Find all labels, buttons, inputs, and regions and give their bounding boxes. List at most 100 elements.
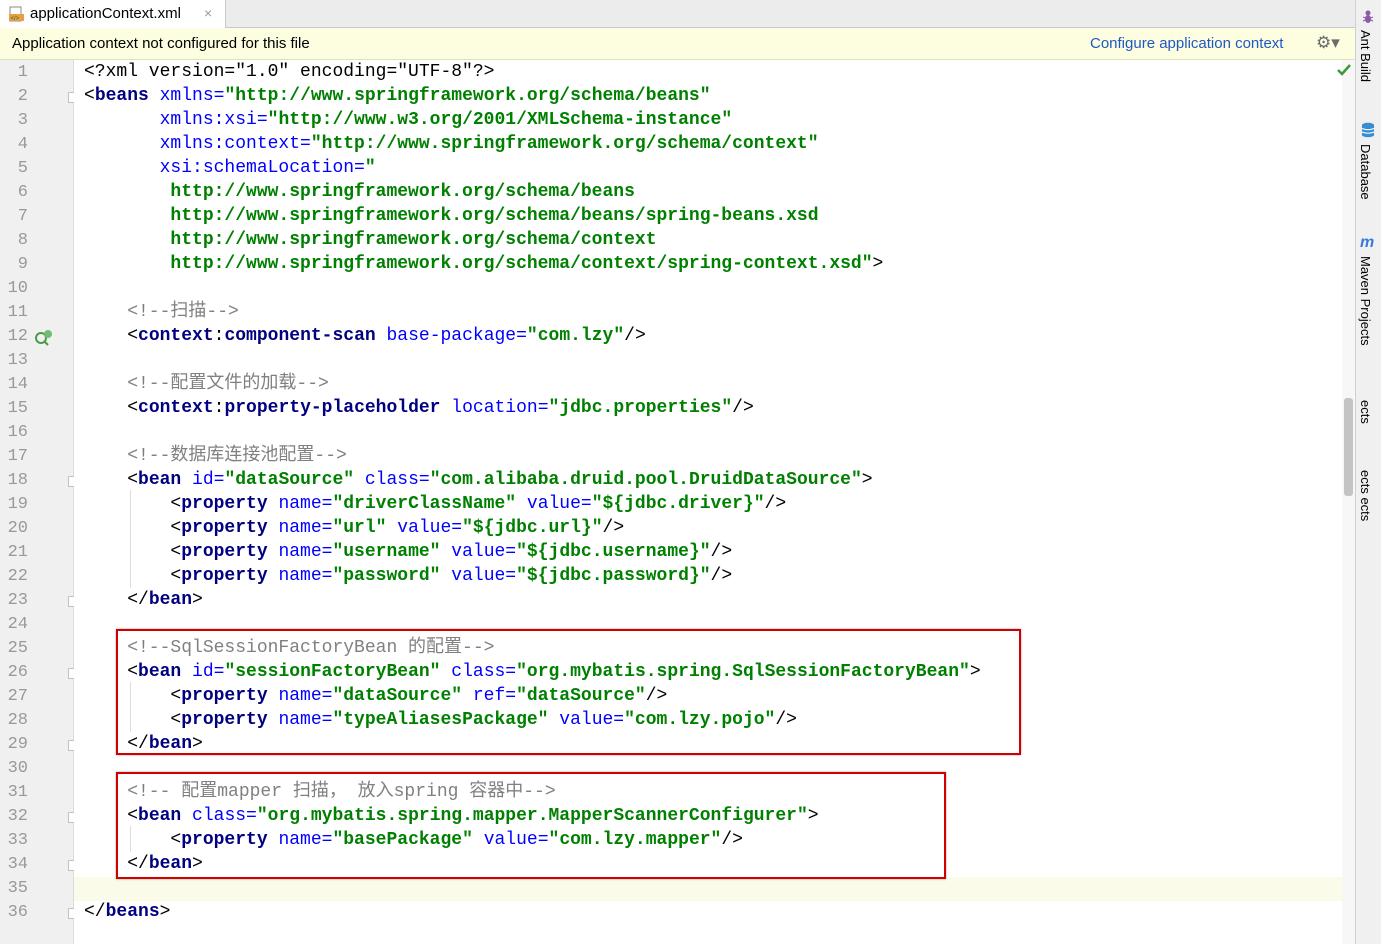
configure-context-link[interactable]: Configure application context: [1090, 35, 1283, 52]
line-number: 14: [7, 375, 28, 394]
code-token-str: http://www.springframework.org/schema/co…: [84, 254, 873, 274]
code-line: http://www.springframework.org/schema/co…: [84, 228, 1334, 252]
spring-bean-gutter-icon[interactable]: [33, 329, 53, 347]
code-line: http://www.springframework.org/schema/co…: [84, 252, 1334, 276]
code-token-str: "url": [332, 518, 387, 538]
code-line: </bean>: [84, 588, 1334, 612]
notification-banner: Application context not configured for t…: [0, 28, 1355, 60]
scrollbar-thumb[interactable]: [1344, 398, 1353, 496]
code-token-tag: beans: [105, 902, 160, 922]
line-number-gutter: 1 2 3 4 5 6 7 8 9 10 11 12 13 14 15 16 17 18 19 20 21 22 23 24 2…: [0, 60, 79, 944]
code-token-attr: xmlns:context=: [84, 134, 311, 154]
tool-window-ant-build[interactable]: Ant Build: [1355, 8, 1381, 98]
code-line: </beans>: [84, 900, 1334, 924]
code-token-attr: value=: [516, 494, 592, 514]
line-number: 31: [7, 783, 28, 802]
code-token-tag: component-scan: [224, 326, 376, 346]
line-number: 25: [7, 639, 28, 658]
code-line: <property name="url" value="${jdbc.url}"…: [84, 516, 1334, 540]
code-token-str: "${jdbc.username}": [516, 542, 711, 562]
line-number: 5: [17, 159, 28, 178]
code-token-attr: name=: [267, 494, 333, 514]
tab-application-context[interactable]: </> applicationContext.xml ×: [0, 0, 226, 28]
code-token-tag: bean: [138, 470, 182, 490]
line-number: 30: [7, 759, 28, 778]
tool-window-ects[interactable]: ects: [1355, 400, 1381, 430]
code-token-ns: context: [138, 326, 214, 346]
line-number: 11: [7, 303, 28, 322]
close-icon[interactable]: ×: [204, 5, 212, 21]
code-line: <property name="driverClassName" value="…: [84, 492, 1334, 516]
line-number: 8: [17, 231, 28, 250]
code-line: xmlns:context="http://www.springframewor…: [84, 132, 1334, 156]
tool-window-ects-2[interactable]: ects ects: [1355, 470, 1381, 530]
code-line: <property name="username" value="${jdbc.…: [84, 540, 1334, 564]
ant-icon: [1362, 10, 1374, 23]
code-token-bracket: :: [213, 398, 225, 418]
line-number: 7: [17, 207, 28, 226]
line-number: 21: [7, 543, 28, 562]
code-token-str: "com.lzy": [526, 326, 625, 346]
code-token-str: http://www.springframework.org/schema/co…: [84, 230, 657, 250]
line-number: 19: [7, 495, 28, 514]
gear-icon[interactable]: ⚙▾: [1316, 33, 1340, 53]
code-token-prolog: <?xml version="1.0" encoding="UTF-8"?>: [84, 62, 495, 82]
code-token-str: ": [364, 158, 376, 178]
line-number: 18: [7, 471, 28, 490]
line-number: 12: [7, 327, 28, 346]
line-number: 34: [7, 855, 28, 874]
highlight-box-sqlsessionfactory: [116, 629, 1021, 755]
tool-window-label: Ant Build: [1358, 30, 1373, 83]
code-line: <bean id="dataSource" class="com.alibaba…: [84, 468, 1334, 492]
line-number: 15: [7, 399, 28, 418]
code-token-bracket: <: [84, 542, 182, 562]
tool-window-database[interactable]: Database: [1355, 122, 1381, 212]
code-token-attr: location=: [440, 398, 549, 418]
code-token-attr: id=: [181, 470, 225, 490]
line-number: 4: [17, 135, 28, 154]
code-token-bracket: </: [84, 590, 149, 610]
code-token-str: "dataSource": [224, 470, 355, 490]
code-token-tag: property: [181, 518, 268, 538]
code-token-bracket: <: [84, 470, 139, 490]
code-token-comment: <!--数据库连接池配置-->: [84, 446, 347, 466]
code-token-bracket: />: [624, 326, 646, 346]
code-token-attr: value=: [440, 542, 517, 562]
code-token-bracket: >: [159, 902, 171, 922]
tool-window-label: ects: [1358, 400, 1373, 424]
database-icon: [1361, 122, 1375, 138]
code-token-bracket: </: [84, 902, 106, 922]
code-token-attr: class=: [354, 470, 430, 490]
code-token-bracket: :: [213, 326, 225, 346]
line-number: 28: [7, 711, 28, 730]
code-token-str: "http://www.w3.org/2001/XMLSchema-instan…: [267, 110, 733, 130]
line-number: 1: [17, 63, 28, 82]
tool-window-label: Maven Projects: [1358, 256, 1373, 346]
banner-message: Application context not configured for t…: [12, 35, 310, 52]
tool-window-label: Database: [1358, 144, 1373, 200]
code-line: <context:component-scan base-package="co…: [84, 324, 1334, 348]
line-number: 32: [7, 807, 28, 826]
code-line: xmlns:xsi="http://www.w3.org/2001/XMLSch…: [84, 108, 1334, 132]
code-token-str: http://www.springframework.org/schema/be…: [84, 206, 819, 226]
vertical-scrollbar[interactable]: [1342, 60, 1355, 944]
code-token-str: "driverClassName": [332, 494, 517, 514]
code-token-bracket: <: [84, 566, 182, 586]
code-token-tag: bean: [148, 590, 193, 610]
code-token-bracket: />: [710, 542, 733, 562]
line-number: 23: [7, 591, 28, 610]
line-number: 17: [7, 447, 28, 466]
line-number: 13: [7, 351, 28, 370]
code-token-attr: value=: [386, 518, 463, 538]
code-line: <?xml version="1.0" encoding="UTF-8"?>: [84, 60, 1334, 84]
tool-window-maven-projects[interactable]: m Maven Projects: [1355, 234, 1381, 364]
code-line: <!--配置文件的加载-->: [84, 372, 1334, 396]
tool-window-label: ects ects: [1358, 470, 1373, 522]
code-token-str: "${jdbc.url}": [462, 518, 603, 538]
code-token-str: "http://www.springframework.org/schema/b…: [224, 86, 711, 106]
code-token-bracket: />: [764, 494, 787, 514]
code-token-tag: property: [181, 494, 268, 514]
line-number: 29: [7, 735, 28, 754]
